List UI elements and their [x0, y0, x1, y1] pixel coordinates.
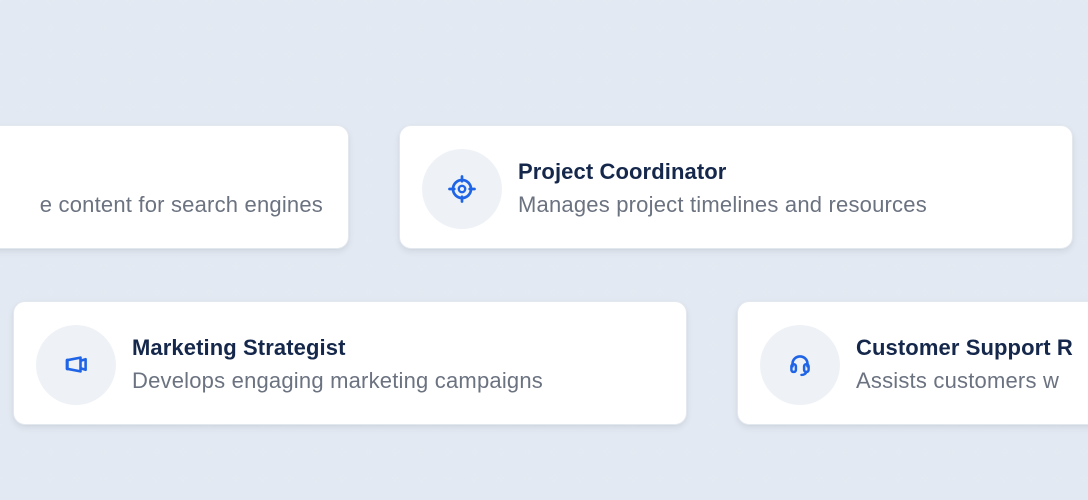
role-description: Manages project timelines and resources [518, 192, 927, 217]
role-card-marketing-strategist[interactable]: Marketing Strategist Develops engaging m… [13, 301, 687, 425]
role-card-seo[interactable]: e content for search engines [0, 125, 349, 249]
role-title: Marketing Strategist [132, 335, 346, 360]
plus-pattern [0, 0, 1088, 500]
role-card-customer-support[interactable]: Customer Support R Assists customers w [737, 301, 1088, 425]
roles-canvas: e content for search engines Project Coo… [0, 0, 1088, 500]
role-title: Project Coordinator [518, 159, 727, 184]
megaphone-icon [36, 325, 116, 405]
role-description: Develops engaging marketing campaigns [132, 368, 543, 393]
role-description: e content for search engines [39, 192, 323, 217]
target-icon [422, 149, 502, 229]
role-description: Assists customers w [856, 368, 1060, 393]
role-title: Customer Support R [856, 335, 1073, 360]
role-card-project-coordinator[interactable]: Project Coordinator Manages project time… [399, 125, 1073, 249]
headset-icon [760, 325, 840, 405]
